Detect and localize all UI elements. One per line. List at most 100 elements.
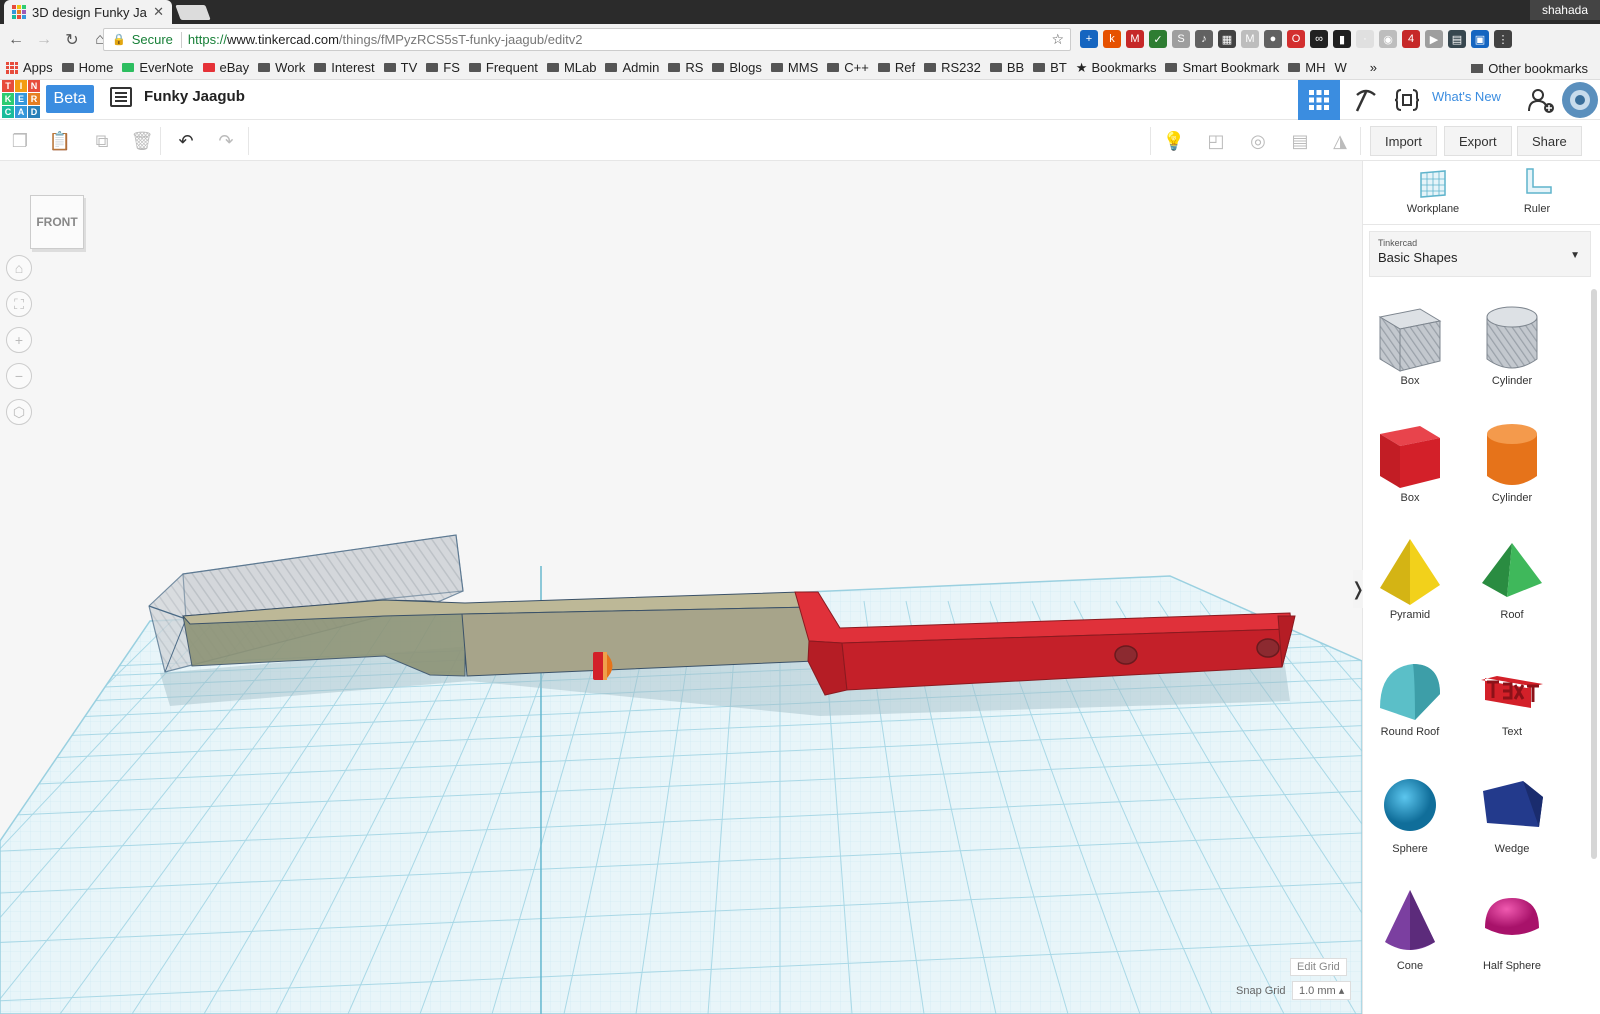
view-cube-front[interactable]: FRONT — [30, 195, 84, 249]
shape-library-select[interactable]: Tinkercad Basic Shapes ▼ — [1369, 231, 1591, 277]
bookmark-folder[interactable]: Smart Bookmark — [1165, 60, 1279, 75]
shape-half-sphere[interactable]: Half Sphere — [1467, 884, 1557, 972]
extension-icon[interactable]: 4 — [1402, 30, 1420, 48]
shape-cylinder-hole[interactable]: Cylinder — [1467, 299, 1557, 387]
panel-scrollbar[interactable] — [1591, 289, 1597, 859]
codeblocks-button[interactable] — [1386, 80, 1428, 120]
extension-icon[interactable]: ▣ — [1471, 30, 1489, 48]
extension-icon[interactable]: · — [1356, 30, 1374, 48]
reload-icon[interactable]: ↻ — [60, 28, 84, 52]
lightbulb-icon[interactable]: 💡 — [1162, 129, 1186, 153]
bookmark-folder[interactable]: RS — [668, 60, 703, 75]
url-input[interactable]: 🔒 Secure https:// www.tinkercad.com /thi… — [103, 28, 1071, 51]
menu-icon[interactable]: ⋮ — [1494, 30, 1512, 48]
shape-text[interactable]: Text — [1467, 650, 1557, 738]
workplane-canvas[interactable] — [0, 161, 1362, 1014]
shape-round-roof[interactable]: Round Roof — [1365, 650, 1455, 738]
perspective-icon[interactable]: ⬡ — [6, 399, 32, 425]
document-icon[interactable]: ▮ — [1333, 30, 1351, 48]
extension-icon[interactable]: ● — [1264, 30, 1282, 48]
shape-sphere[interactable]: Sphere — [1365, 767, 1455, 855]
extension-icon[interactable]: M — [1241, 30, 1259, 48]
3d-workspace[interactable]: FRONT ⌂ ⛶ + − ⬡ — [0, 161, 1362, 1014]
bookmark-star-icon[interactable]: ☆ — [1051, 31, 1064, 48]
bookmark-folder[interactable]: Blogs — [712, 60, 762, 75]
shape-cylinder[interactable]: Cylinder — [1467, 416, 1557, 504]
fit-view-icon[interactable]: ⛶ — [6, 291, 32, 317]
bookmark-folder[interactable]: MLab — [546, 60, 596, 75]
shape-pyramid[interactable]: Pyramid — [1365, 533, 1455, 621]
user-avatar[interactable] — [1562, 82, 1598, 118]
bookmark-folder[interactable]: Frequent — [468, 60, 538, 75]
bookmark-folder[interactable]: Interest — [314, 60, 375, 75]
extension-icon[interactable]: + — [1080, 30, 1098, 48]
snap-grid-select[interactable]: 1.0 mm ▴ — [1292, 981, 1352, 1000]
extension-icon[interactable]: k — [1103, 30, 1121, 48]
extension-icon[interactable]: S — [1172, 30, 1190, 48]
forward-icon[interactable]: → — [32, 28, 56, 52]
ungroup-icon[interactable]: ◎ — [1246, 129, 1270, 153]
undo-icon[interactable]: ↶ — [174, 129, 198, 153]
bookmark-folder[interactable]: C++ — [827, 60, 869, 75]
shape-roof[interactable]: Roof — [1467, 533, 1557, 621]
shape-box-hole[interactable]: Box — [1365, 299, 1455, 387]
zoom-in-icon[interactable]: + — [6, 327, 32, 353]
beta-badge[interactable]: Beta — [46, 85, 94, 113]
bell-icon[interactable]: ♪ — [1195, 30, 1213, 48]
delete-icon[interactable]: 🗑 — [130, 129, 154, 153]
back-icon[interactable]: ← — [4, 28, 28, 52]
extension-icon[interactable]: ▶ — [1425, 30, 1443, 48]
3d-view-button[interactable] — [1298, 80, 1340, 120]
extension-icon[interactable]: ✓ — [1149, 30, 1167, 48]
group-icon[interactable]: ◰ — [1204, 129, 1228, 153]
edit-grid-button[interactable]: Edit Grid — [1290, 958, 1347, 976]
close-tab-icon[interactable]: ✕ — [153, 4, 164, 20]
bookmark-evernote[interactable]: EverNote — [122, 60, 194, 75]
shape-wedge[interactable]: Wedge — [1467, 767, 1557, 855]
qr-icon[interactable]: ▦ — [1218, 30, 1236, 48]
bookmark-folder[interactable]: BB — [989, 60, 1024, 75]
bookmarks-overflow-icon[interactable]: » — [1370, 60, 1377, 75]
bookmark-ebay[interactable]: eBay — [202, 60, 249, 75]
other-bookmarks[interactable]: Other bookmarks — [1471, 56, 1588, 80]
zoom-out-icon[interactable]: − — [6, 363, 32, 389]
bookmark-folder[interactable]: Admin — [605, 60, 659, 75]
bookmark-folder[interactable]: BT — [1033, 60, 1067, 75]
home-view-icon[interactable]: ⌂ — [6, 255, 32, 281]
bookmark-w[interactable]: W — [1335, 60, 1347, 75]
ruler-tool[interactable]: Ruler — [1497, 167, 1577, 215]
bookmark-folder[interactable]: TV — [383, 60, 417, 75]
export-button[interactable]: Export — [1444, 126, 1512, 156]
bookmark-folder[interactable]: RS232 — [924, 60, 981, 75]
align-icon[interactable]: ▤ — [1288, 129, 1312, 153]
camera-icon[interactable]: ◉ — [1379, 30, 1397, 48]
paste-icon[interactable]: 📋 — [48, 129, 72, 153]
mirror-icon[interactable]: ◮ — [1328, 129, 1352, 153]
copy-icon[interactable]: ❐ — [8, 129, 32, 153]
workplane-tool[interactable]: Workplane — [1393, 167, 1473, 215]
bookmark-folder[interactable]: Work — [258, 60, 305, 75]
opera-icon[interactable]: O — [1287, 30, 1305, 48]
gmail-icon[interactable]: M — [1126, 30, 1144, 48]
tinkercad-logo[interactable]: T I N K E R C A D — [2, 80, 40, 118]
bookmark-folder[interactable]: MMS — [770, 60, 818, 75]
new-tab-button[interactable] — [175, 5, 211, 20]
shape-box[interactable]: Box — [1365, 416, 1455, 504]
bookmark-folder[interactable]: FS — [426, 60, 460, 75]
extension-icon[interactable]: ∞ — [1310, 30, 1328, 48]
bookmark-apps[interactable]: Apps — [6, 60, 53, 75]
extension-icon[interactable]: ▤ — [1448, 30, 1466, 48]
redo-icon[interactable]: ↷ — [214, 129, 238, 153]
design-name[interactable]: Funky Jaagub — [144, 88, 245, 105]
collapse-panel-icon[interactable]: ❭ — [1350, 570, 1366, 608]
shape-cone[interactable]: Cone — [1365, 884, 1455, 972]
add-user-button[interactable] — [1520, 80, 1562, 120]
whats-new-link[interactable]: What's New — [1432, 89, 1501, 104]
browser-tab[interactable]: 3D design Funky Ja ✕ — [4, 0, 172, 24]
bookmark-folder[interactable]: Ref — [877, 60, 915, 75]
share-button[interactable]: Share — [1517, 126, 1582, 156]
bookmark-bookmarks[interactable]: ★ Bookmarks — [1076, 60, 1157, 76]
design-list-icon[interactable] — [110, 87, 132, 107]
duplicate-icon[interactable]: ⧉ — [90, 129, 114, 153]
bookmark-folder[interactable]: MH — [1288, 60, 1326, 75]
